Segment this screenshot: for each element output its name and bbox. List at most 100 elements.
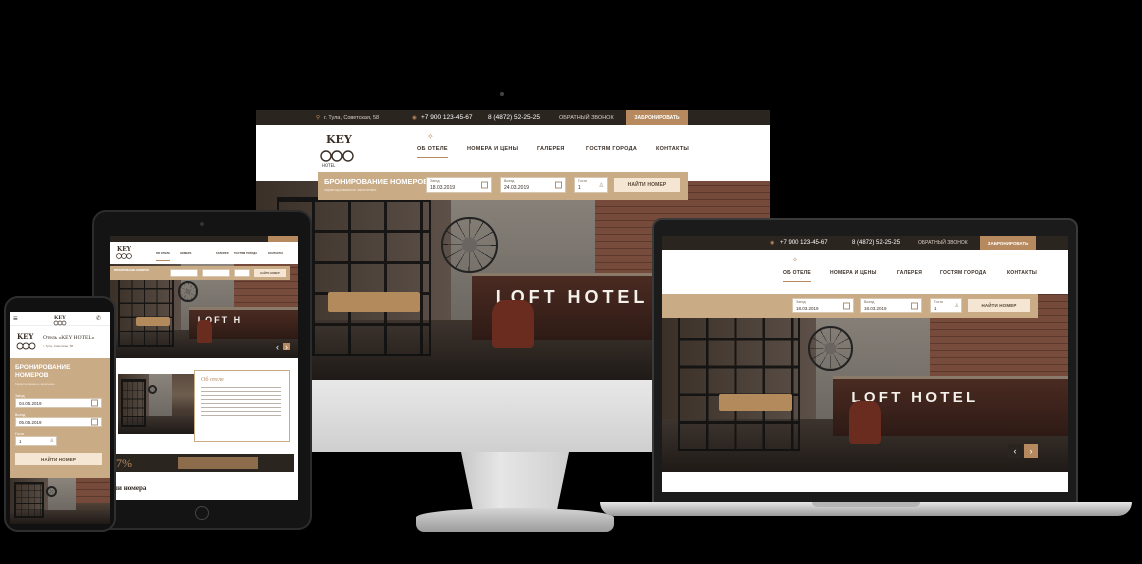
- imac-camera: [500, 92, 504, 96]
- tablet-booking-title: БРОНИРОВАНИЕ НОМЕРОВ: [114, 269, 149, 272]
- desktop-address: г. Тула, Советская, 58: [324, 114, 380, 121]
- booking-subtitle: гарантированное заселение: [324, 187, 377, 192]
- svg-text:KEY: KEY: [54, 315, 66, 321]
- wall-clock: [441, 216, 498, 274]
- tablet-promo-banner: 7%: [114, 454, 294, 472]
- tablet-search-button[interactable]: НАЙТИ НОМЕР: [254, 269, 286, 277]
- laptop-nav-guests[interactable]: ГОСТЯМ ГОРОДА: [940, 270, 986, 276]
- chair: [492, 300, 534, 349]
- checkout-field[interactable]: Выезд 24.03.2019: [500, 177, 566, 193]
- key-logo[interactable]: KEY HOTEL: [312, 130, 362, 170]
- callback-link[interactable]: ОБРАТНЫЙ ЗВОНОК: [559, 115, 614, 121]
- checkin-field[interactable]: Заезд 18.03.2019: [426, 177, 492, 193]
- svg-text:KEY: KEY: [117, 246, 132, 253]
- compass-icon: ✧: [427, 132, 434, 141]
- phone-hero-image: [10, 478, 110, 524]
- nav-guests[interactable]: ГОСТЯМ ГОРОДА: [586, 146, 637, 152]
- whatsapp-icon[interactable]: ◉: [412, 115, 417, 121]
- tablet-guests[interactable]: [234, 269, 250, 277]
- key-logo[interactable]: KEY: [50, 313, 70, 326]
- desktop-booking-bar: БРОНИРОВАНИЕ НОМЕРОВ гарантированное зас…: [318, 172, 688, 200]
- nav-rooms[interactable]: НОМЕРА И ЦЕНЫ: [467, 146, 518, 152]
- guests-field[interactable]: Гости 1 ♙: [574, 177, 608, 193]
- tablet-nav-guests[interactable]: ГОСТЯМ ГОРОДА: [234, 252, 257, 255]
- phone-address: г. Тула, Советская, 58: [43, 344, 74, 348]
- laptop-callback[interactable]: ОБРАТНЫЙ ЗВОНОК: [918, 240, 968, 246]
- laptop-phone-2[interactable]: 8 (4872) 52-25-25: [852, 240, 900, 246]
- calendar-icon: [843, 302, 850, 309]
- chevron-right-icon[interactable]: ›: [1024, 443, 1038, 458]
- laptop-nav-about[interactable]: ОБ ОТЕЛЕ: [783, 270, 811, 282]
- phone-header: ≡ KEY ✆: [10, 312, 110, 326]
- phone-hotel-info: KEY Отель «KEY HOTEL» г. Тула, Советская…: [10, 327, 110, 357]
- laptop-hero: LOFT HOTEL ‹ ›: [662, 294, 1068, 472]
- svg-text:KEY: KEY: [17, 332, 34, 341]
- tablet-about-image: [118, 374, 200, 434]
- calendar-icon: [91, 399, 98, 407]
- laptop-checkout[interactable]: Выезд 18.03.2019: [860, 298, 922, 313]
- tablet-nav-gallery[interactable]: ГАЛЕРЕЯ: [216, 252, 229, 255]
- desktop-topbar: ⚲ г. Тула, Советская, 58 ◉ +7 900 123-45…: [256, 110, 770, 125]
- booking-title: БРОНИРОВАНИЕ НОМЕРОВ: [324, 177, 429, 186]
- laptop-nav-contacts[interactable]: КОНТАКТЫ: [1007, 270, 1037, 276]
- laptop-notch: [812, 502, 920, 507]
- phone-checkout[interactable]: 05.05.2019: [15, 417, 102, 427]
- phone-checkin[interactable]: 04.05.2019: [15, 398, 102, 408]
- user-icon: ♙: [954, 303, 959, 309]
- laptop-nav-rooms[interactable]: НОМЕРА И ЦЕНЫ: [830, 270, 877, 276]
- whatsapp-icon[interactable]: ◉: [770, 240, 774, 246]
- key-logo: KEY: [12, 331, 40, 353]
- laptop-phone-1[interactable]: +7 900 123-45-67: [780, 240, 828, 246]
- phone-booking-title: БРОНИРОВАНИЕ НОМЕРОВ: [15, 364, 71, 379]
- phone-search-button[interactable]: НАЙТИ НОМЕР: [15, 453, 102, 465]
- tablet-home-button[interactable]: [195, 506, 209, 520]
- phone-icon[interactable]: ✆: [96, 315, 101, 322]
- phone-screen: ≡ KEY ✆ KEY Отель «KEY HOTEL» г. Тула, С…: [10, 312, 110, 524]
- phone-hotel-name: Отель «KEY HOTEL»: [43, 335, 95, 341]
- tablet-rooms-heading: ши номера: [112, 484, 147, 492]
- tablet-booking-bar: БРОНИРОВАНИЕ НОМЕРОВ НАЙТИ НОМЕР: [110, 266, 290, 280]
- laptop-screen: ◉ +7 900 123-45-67 8 (4872) 52-25-25 ОБР…: [662, 236, 1068, 492]
- chevron-left-icon[interactable]: ‹: [274, 342, 281, 352]
- laptop-book-button[interactable]: ЗАБРОНИРОВАТЬ: [980, 236, 1036, 250]
- tablet-screen: KEY ОБ ОТЕЛЕ НОМЕРА ГАЛЕРЕЯ ГОСТЯМ ГОРОД…: [110, 236, 298, 500]
- nav-contacts[interactable]: КОНТАКТЫ: [656, 146, 689, 152]
- nav-gallery[interactable]: ГАЛЕРЕЯ: [537, 146, 565, 152]
- chevron-left-icon[interactable]: ‹: [1008, 443, 1022, 458]
- laptop-search-button[interactable]: НАЙТИ НОМЕР: [968, 299, 1030, 312]
- device-mockup-stage: ⚲ г. Тула, Советская, 58 ◉ +7 900 123-45…: [0, 0, 1142, 564]
- book-button[interactable]: ЗАБРОНИРОВАТЬ: [626, 110, 688, 125]
- nav-about[interactable]: ОБ ОТЕЛЕ: [417, 146, 448, 158]
- user-icon: ♙: [49, 438, 54, 444]
- tablet-discount: 7%: [116, 456, 132, 470]
- laptop-guests[interactable]: Гости 1 ♙: [930, 298, 962, 313]
- calendar-icon: [481, 181, 488, 189]
- user-icon: ♙: [598, 183, 604, 189]
- desktop-phone-1[interactable]: +7 900 123-45-67: [421, 114, 473, 121]
- tablet-nav-rooms[interactable]: НОМЕРА: [180, 252, 192, 255]
- laptop-nav-gallery[interactable]: ГАЛЕРЕЯ: [897, 270, 922, 276]
- tablet-about-card: Об отеле: [194, 370, 290, 442]
- key-logo[interactable]: KEY: [114, 244, 134, 262]
- tablet-checkin[interactable]: [170, 269, 198, 277]
- calendar-icon: [555, 181, 562, 189]
- tablet-navbar: KEY ОБ ОТЕЛЕ НОМЕРА ГАЛЕРЕЯ ГОСТЯМ ГОРОД…: [110, 242, 298, 264]
- menu-icon[interactable]: ≡: [13, 314, 18, 323]
- sofa: [327, 292, 421, 313]
- tablet-about-title: Об отеле: [201, 377, 224, 383]
- tablet-checkout[interactable]: [202, 269, 230, 277]
- tablet-nav-about[interactable]: ОБ ОТЕЛЕ: [156, 252, 170, 261]
- imac-stand-foot: [416, 508, 614, 532]
- calendar-icon: [91, 418, 98, 426]
- svg-text:KEY: KEY: [326, 133, 352, 146]
- phone-booking-panel: БРОНИРОВАНИЕ НОМЕРОВ Гарантированное зас…: [10, 358, 110, 478]
- chevron-right-icon[interactable]: ›: [283, 342, 290, 352]
- location-icon: ⚲: [316, 114, 321, 121]
- search-room-button[interactable]: НАЙТИ НОМЕР: [614, 178, 680, 192]
- tablet-nav-contacts[interactable]: КОНТАКТЫ: [268, 252, 283, 255]
- phone-guests[interactable]: 1 ♙: [15, 436, 57, 446]
- tablet-camera: [200, 222, 204, 226]
- desktop-phone-2[interactable]: 8 (4872) 52-25-25: [488, 114, 540, 121]
- compass-icon: ✧: [792, 257, 798, 264]
- laptop-checkin[interactable]: Заезд 18.03.2019: [792, 298, 854, 313]
